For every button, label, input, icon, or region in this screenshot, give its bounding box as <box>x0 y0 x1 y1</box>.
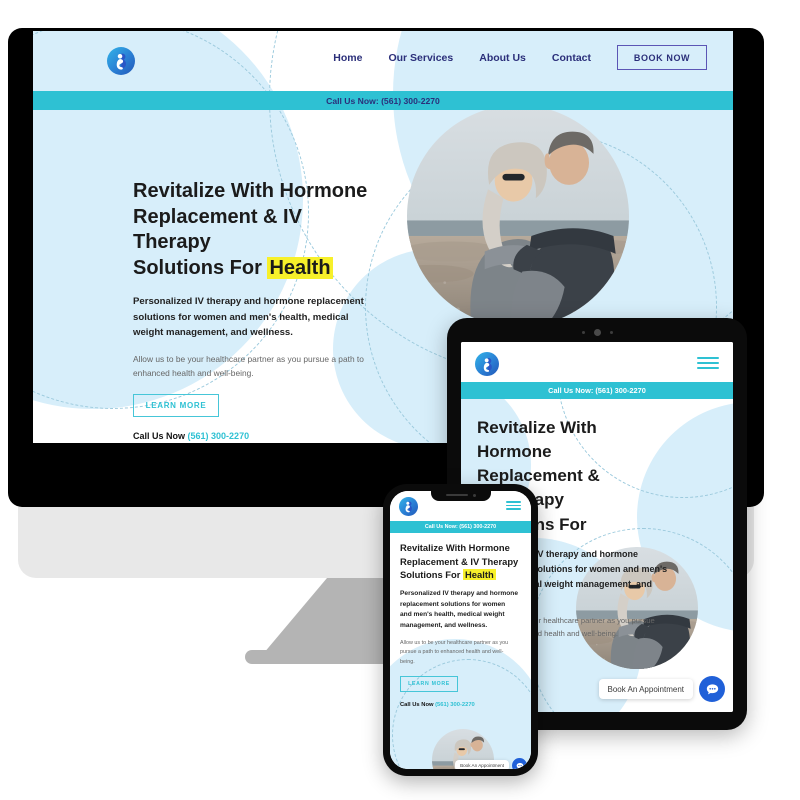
hero-lede: Personalized IV therapy and hormone repl… <box>133 296 364 339</box>
phone-screen: Call Us Now: (561) 300-2270 Revitalize W… <box>390 491 531 769</box>
smartphone-frame: Call Us Now: (561) 300-2270 Revitalize W… <box>383 484 538 776</box>
tablet-camera-cluster <box>447 327 747 337</box>
wellness-figure-logo-icon <box>401 499 416 514</box>
call-now-label: Call Us Now <box>133 431 186 442</box>
book-now-button[interactable]: BOOK NOW <box>617 45 707 70</box>
hero-heading-line-2: Replacement & IV Therapy <box>133 205 302 254</box>
device-mockup-scene: Home Our Services About Us Contact BOOK … <box>0 0 800 800</box>
hamburger-menu-icon[interactable] <box>697 357 719 369</box>
phone-speaker-icon <box>445 494 468 496</box>
hero-copy-phone: Revitalize With Hormone Replacement & IV… <box>400 541 522 708</box>
hero-heading-line-3-text: Solutions For <box>400 569 464 581</box>
hero-heading-highlight: Health <box>267 256 333 279</box>
call-us-now-bar[interactable]: Call Us Now: (561) 300-2270 <box>461 382 733 399</box>
hero-heading-line-3: Solutions For Health <box>400 568 522 582</box>
call-us-now-bar[interactable]: Call Us Now: (561) 300-2270 <box>33 91 733 110</box>
hero-heading-line-2: Hormone <box>477 442 552 462</box>
learn-more-button[interactable]: LEARN MORE <box>133 394 219 418</box>
chat-label[interactable]: Book An Appointment <box>598 679 693 699</box>
wellness-figure-logo-icon <box>110 50 132 72</box>
hero-subtext: Allow us to be your healthcare partner a… <box>400 640 509 665</box>
hero-heading: Revitalize With Hormone Replacement & IV… <box>400 541 522 582</box>
hero-heading-line-2: Replacement & IV Therapy <box>400 555 519 567</box>
learn-more-button[interactable]: LEARN MORE <box>400 675 458 692</box>
tablet-sensor-dot <box>581 330 585 334</box>
chat-bubble-icon[interactable] <box>699 676 725 702</box>
hero-copy-desktop: Revitalize With Hormone Replacement & IV… <box>133 179 385 441</box>
hero-heading-line-3-text: Solutions For <box>133 256 268 279</box>
chat-widget-phone: Book An Appointment <box>455 758 527 769</box>
hero-subtext: Allow us to be your healthcare partner a… <box>133 353 364 379</box>
phone-camera-icon <box>472 493 476 497</box>
phone-content: Call Us Now: (561) 300-2270 Revitalize W… <box>390 491 531 769</box>
call-now-text: Call Us Now (561) 300-2270 <box>400 702 522 708</box>
hamburger-menu-icon[interactable] <box>506 501 521 510</box>
nav-item-about-us[interactable]: About Us <box>479 52 526 64</box>
chat-widget-tablet: Book An Appointment <box>598 676 725 702</box>
main-navigation: Home Our Services About Us Contact BOOK … <box>333 45 707 70</box>
hero-heading-line-3: Solutions For Health <box>133 256 385 282</box>
wellness-figure-logo-icon <box>478 355 497 374</box>
hero-heading-line-1: Revitalize With Hormone <box>400 542 510 553</box>
nav-item-our-services[interactable]: Our Services <box>388 52 453 64</box>
call-now-number[interactable]: (561) 300-2270 <box>435 702 475 708</box>
hero-lede: Personalized IV therapy and hormone repl… <box>400 589 518 630</box>
tablet-sensor-dot <box>609 330 613 334</box>
site-logo[interactable] <box>475 352 499 376</box>
site-header-desktop: Home Our Services About Us Contact BOOK … <box>33 31 733 91</box>
call-now-number[interactable]: (561) 300-2270 <box>188 431 250 441</box>
call-now-text: Call Us Now (561) 300-2270 <box>133 431 385 441</box>
hero-heading-line-1: Revitalize With Hormone <box>133 180 368 202</box>
site-logo[interactable] <box>399 497 418 516</box>
call-us-now-bar[interactable]: Call Us Now: (561) 300-2270 <box>390 521 531 533</box>
site-header-tablet <box>461 342 733 382</box>
hero-heading: Revitalize With Hormone Replacement & IV… <box>133 179 385 281</box>
call-now-label: Call Us Now <box>400 701 434 708</box>
nav-item-contact[interactable]: Contact <box>552 52 591 64</box>
chat-bubble-icon[interactable] <box>512 758 527 769</box>
phone-notch <box>430 489 491 501</box>
chat-label[interactable]: Book An Appointment <box>455 760 509 769</box>
site-logo[interactable] <box>107 47 135 75</box>
hero-heading-highlight: Health <box>463 569 496 581</box>
nav-item-home[interactable]: Home <box>333 52 362 64</box>
phone-website-page: Call Us Now: (561) 300-2270 Revitalize W… <box>390 491 531 769</box>
hero-heading-line-1: Revitalize With <box>477 418 597 437</box>
tablet-camera-icon <box>593 328 601 336</box>
